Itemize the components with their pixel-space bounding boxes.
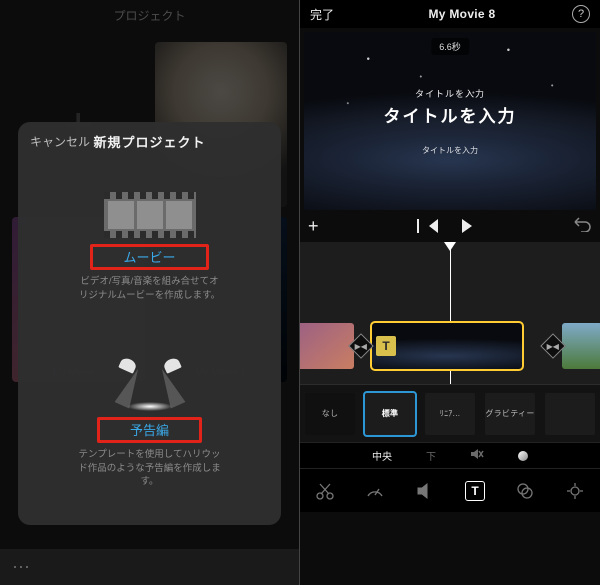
- footer-bar: ⋯: [0, 549, 299, 585]
- align-center-button[interactable]: 中央: [372, 448, 392, 463]
- movie-option-desc: ビデオ/写真/音楽を組み合せてオ リジナルムービーを作成します。: [79, 275, 220, 303]
- add-media-button[interactable]: +: [308, 216, 328, 237]
- clip-selected[interactable]: T: [372, 323, 522, 369]
- title-style-chip[interactable]: ﾘﾆｱ...: [425, 393, 475, 435]
- speed-tool-icon[interactable]: [365, 481, 385, 501]
- new-project-popup: キャンセル 新規プロジェクト ムービー ビデオ/写真/音楽を組み合せてオ リジナ…: [18, 122, 281, 525]
- title-style-chip[interactable]: グラビティー: [485, 393, 535, 435]
- title-badge: T: [376, 336, 396, 356]
- clip[interactable]: [300, 323, 354, 369]
- clips-row: ▶◀ T ▶◀: [300, 322, 600, 370]
- cut-tool-icon[interactable]: [315, 481, 335, 501]
- trailer-option-label: 予告編: [100, 418, 199, 443]
- cancel-button[interactable]: キャンセル: [30, 133, 90, 150]
- title-overlay-sub[interactable]: タイトルを入力: [422, 145, 478, 156]
- timeline[interactable]: ▶◀ T ▶◀: [300, 242, 600, 384]
- play-button[interactable]: [462, 219, 472, 233]
- color-dot-icon[interactable]: [518, 451, 528, 461]
- color-tool-icon[interactable]: [565, 481, 585, 501]
- title-style-chip[interactable]: [545, 393, 595, 435]
- filmstrip-icon: [104, 192, 196, 238]
- title-align-row: 中央 下: [300, 442, 600, 468]
- trailer-option-desc: テンプレートを使用してハリウッ ド作品のような予告編を作成しま す。: [78, 448, 221, 489]
- done-button[interactable]: 完了: [310, 6, 352, 23]
- preview-viewport[interactable]: 6.6秒 タイトルを入力 タイトルを入力 タイトルを入力: [304, 32, 596, 210]
- volume-tool-icon[interactable]: [415, 481, 435, 501]
- mute-icon[interactable]: [470, 448, 484, 463]
- undo-button[interactable]: [572, 216, 592, 237]
- title-styles-row[interactable]: なし 標準 ﾘﾆｱ... グラビティー: [300, 384, 600, 442]
- filters-tool-icon[interactable]: [515, 481, 535, 501]
- highlight-box: 予告編: [97, 417, 202, 443]
- spotlight-icon: [110, 357, 190, 413]
- transport-bar: +: [300, 210, 600, 242]
- titles-tool-button[interactable]: T: [465, 481, 485, 501]
- duration-badge: 6.6秒: [431, 38, 469, 55]
- movie-option[interactable]: ムービー ビデオ/写真/音楽を組み合せてオ リジナルムービーを作成します。: [30, 159, 269, 335]
- help-button[interactable]: ?: [572, 5, 590, 23]
- title-style-chip[interactable]: 標準: [365, 393, 415, 435]
- title-overlay-small[interactable]: タイトルを入力: [415, 87, 485, 100]
- popup-header: キャンセル 新規プロジェクト: [30, 132, 269, 159]
- editor-screen: 完了 My Movie 8 ? 6.6秒 タイトルを入力 タイトルを入力 タイト…: [300, 0, 600, 585]
- highlight-box: ムービー: [90, 244, 208, 270]
- trailer-option[interactable]: 予告編 テンプレートを使用してハリウッ ド作品のような予告編を作成しま す。: [30, 335, 269, 511]
- projects-title: プロジェクト: [0, 0, 299, 32]
- project-name: My Movie 8: [352, 7, 572, 21]
- project-browser-screen: プロジェクト + My Movie 3 My Movie 1 ⋯ キャンセル 新…: [0, 0, 300, 585]
- editor-toolbar: T: [300, 468, 600, 512]
- align-down-button[interactable]: 下: [426, 448, 436, 463]
- movie-option-label: ムービー: [93, 245, 205, 270]
- title-style-chip[interactable]: なし: [305, 393, 355, 435]
- clip[interactable]: [562, 323, 600, 369]
- more-icon[interactable]: ⋯: [12, 557, 31, 578]
- editor-header: 完了 My Movie 8 ?: [300, 0, 600, 28]
- title-overlay-large[interactable]: タイトルを入力: [384, 102, 517, 127]
- skip-start-button[interactable]: [429, 219, 438, 233]
- popup-title: 新規プロジェクト: [90, 132, 209, 151]
